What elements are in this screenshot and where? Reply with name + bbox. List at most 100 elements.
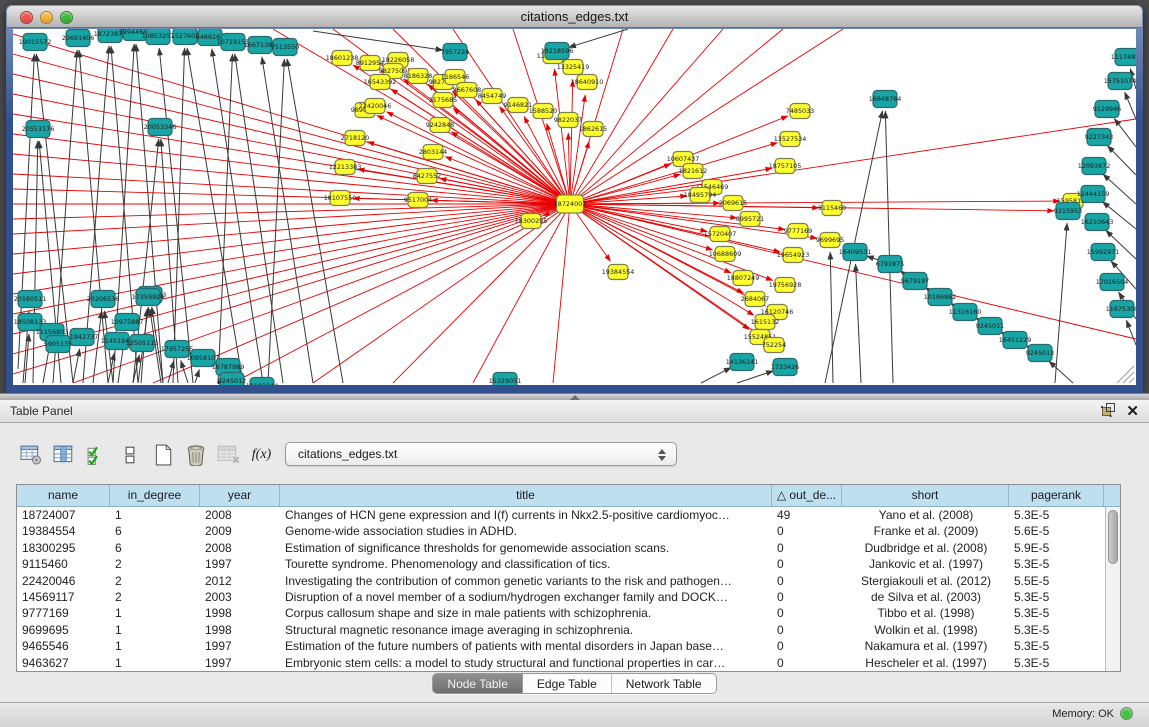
graph-node[interactable]: 16451229 [999,332,1032,349]
graph-node[interactable]: 20053346 [144,119,177,136]
graph-node[interactable]: 19218596 [541,43,574,60]
black-edge[interactable] [701,367,731,383]
red-edge[interactable] [570,201,1060,204]
column-header-pagerank[interactable]: pagerank [1009,485,1104,506]
graph-node[interactable]: 15992971 [1087,244,1120,261]
graph-node[interactable]: 9129946 [1093,101,1121,118]
black-edge[interactable] [737,371,774,383]
graph-node[interactable]: 18724007 [554,195,587,213]
graph-node[interactable]: 6791975 [876,256,904,273]
graph-node[interactable]: 1862615 [579,122,607,137]
graph-node[interactable]: 16648784 [869,91,902,108]
graph-node[interactable]: 2803144 [419,145,447,160]
table-row[interactable]: 1830029562008Estimation of significance … [17,540,1105,556]
graph-node[interactable]: 16210643 [1081,214,1114,231]
new-column-icon[interactable] [146,440,179,470]
black-edge[interactable] [212,49,263,383]
graph-node[interactable]: 20206536 [87,291,120,308]
red-edge[interactable] [13,204,570,334]
black-edge[interactable] [287,59,343,383]
graph-node[interactable]: 9215953 [1054,203,1082,220]
graph-node[interactable]: 18807249 [727,271,760,286]
graph-node[interactable]: 3175685 [429,93,457,108]
graph-node[interactable]: 20691406 [62,30,95,47]
table-row[interactable]: 1456911722003Disruption of a novel membe… [17,589,1105,605]
graph-node[interactable]: 12093872 [1078,158,1111,175]
graph-node[interactable]: 19015572 [19,34,52,51]
column-header-out_de[interactable]: △ out_de... [772,485,842,506]
table-row[interactable]: 1872400712008Changes of HCN gene express… [17,507,1105,523]
table-mode-icon[interactable] [14,440,47,470]
black-edge[interactable] [1103,174,1136,204]
graph-node[interactable]: 15720407 [704,227,737,242]
vertical-scrollbar[interactable] [1105,507,1120,671]
network-canvas[interactable]: 1872400718601238891295418226058982750916… [13,29,1136,385]
black-edge[interactable] [856,264,861,383]
graph-node[interactable]: 10196862 [924,289,957,306]
graph-node[interactable]: 9777169 [784,224,812,239]
graph-node[interactable]: 9115460 [818,201,846,216]
red-edge[interactable] [570,204,713,250]
graph-node[interactable]: 16409531 [839,244,872,261]
column-header-short[interactable]: short [842,485,1009,506]
graph-node[interactable]: 11675300 [1106,301,1136,318]
graph-node[interactable]: 7957224 [441,44,469,61]
black-edge[interactable] [1107,146,1136,175]
column-header-year[interactable]: year [200,485,280,506]
column-header-in_degree[interactable]: in_degree [110,485,200,506]
table-row[interactable]: 969969511998Structural magnetic resonanc… [17,622,1105,638]
black-edge[interactable] [885,111,893,383]
graph-node[interactable]: 2069615 [719,196,747,211]
graph-node[interactable]: 2684067 [741,292,769,307]
close-panel-icon[interactable]: ✕ [1126,403,1139,421]
black-edge[interactable] [1055,223,1067,383]
black-edge[interactable] [235,54,283,383]
canvas-resize-grip[interactable] [1117,366,1134,383]
graph-node[interactable]: 12505113 [126,335,159,352]
graph-node[interactable]: 17016504 [1096,274,1129,291]
graph-node[interactable]: 8995721 [736,212,764,227]
black-edge[interactable] [187,48,243,383]
red-edge[interactable] [13,134,570,204]
graph-node[interactable]: 2718120 [341,131,369,146]
table-row[interactable]: 946554611997Estimation of the future num… [17,638,1105,654]
graph-node[interactable]: 14136141 [726,354,759,371]
graph-node[interactable]: 20160511 [14,291,47,308]
graph-node[interactable]: 13527534 [774,132,807,147]
black-edge[interactable] [1049,361,1073,383]
graph-node[interactable]: 10975887 [111,314,144,331]
column-header-name[interactable]: name [17,485,110,506]
table-row[interactable]: 2242004622012Investigating the contribut… [17,573,1105,589]
black-edge[interactable] [1114,119,1136,147]
scrollbar-thumb[interactable] [1108,510,1118,564]
table-row[interactable]: 946362711997Embryonic stem cells: a mode… [17,655,1105,671]
black-edge[interactable] [568,29,628,47]
graph-node[interactable]: 8427552 [413,169,441,184]
graph-node[interactable]: 17359924 [132,289,165,306]
graph-node[interactable]: 1821612 [679,164,707,179]
graph-node[interactable]: 18103144 [246,378,279,386]
column-header-title[interactable]: title [280,485,772,506]
graph-node[interactable]: 1733426 [771,359,799,376]
black-edge[interactable] [33,141,38,383]
graph-node[interactable]: 9699695 [816,233,844,248]
graph-node[interactable]: 9517004 [404,193,432,208]
graph-node[interactable]: 19756928 [769,278,802,293]
graph-node[interactable]: 11316160 [949,304,982,321]
graph-node[interactable]: 7485033 [786,104,814,119]
black-edge[interactable] [73,349,80,383]
graph-node[interactable]: 9245013 [1026,345,1054,362]
network-window-titlebar[interactable]: citations_edges.txt [7,6,1142,28]
black-edge[interactable] [313,31,443,50]
graph-node[interactable]: 20553176 [22,121,55,138]
red-edge[interactable] [13,204,570,354]
graph-node[interactable]: 10688609 [709,247,742,262]
graph-node[interactable]: 1615132 [751,315,779,330]
black-edge[interactable] [181,360,188,383]
graph-node[interactable]: 19384554 [602,265,635,280]
red-edge[interactable] [570,119,1136,204]
function-builder-icon[interactable]: f(x) [245,440,278,470]
graph-node[interactable]: 15751074 [1104,73,1136,90]
float-panel-icon[interactable] [1101,402,1116,422]
table-row[interactable]: 977716911998Corpus callosum shape and si… [17,605,1105,621]
